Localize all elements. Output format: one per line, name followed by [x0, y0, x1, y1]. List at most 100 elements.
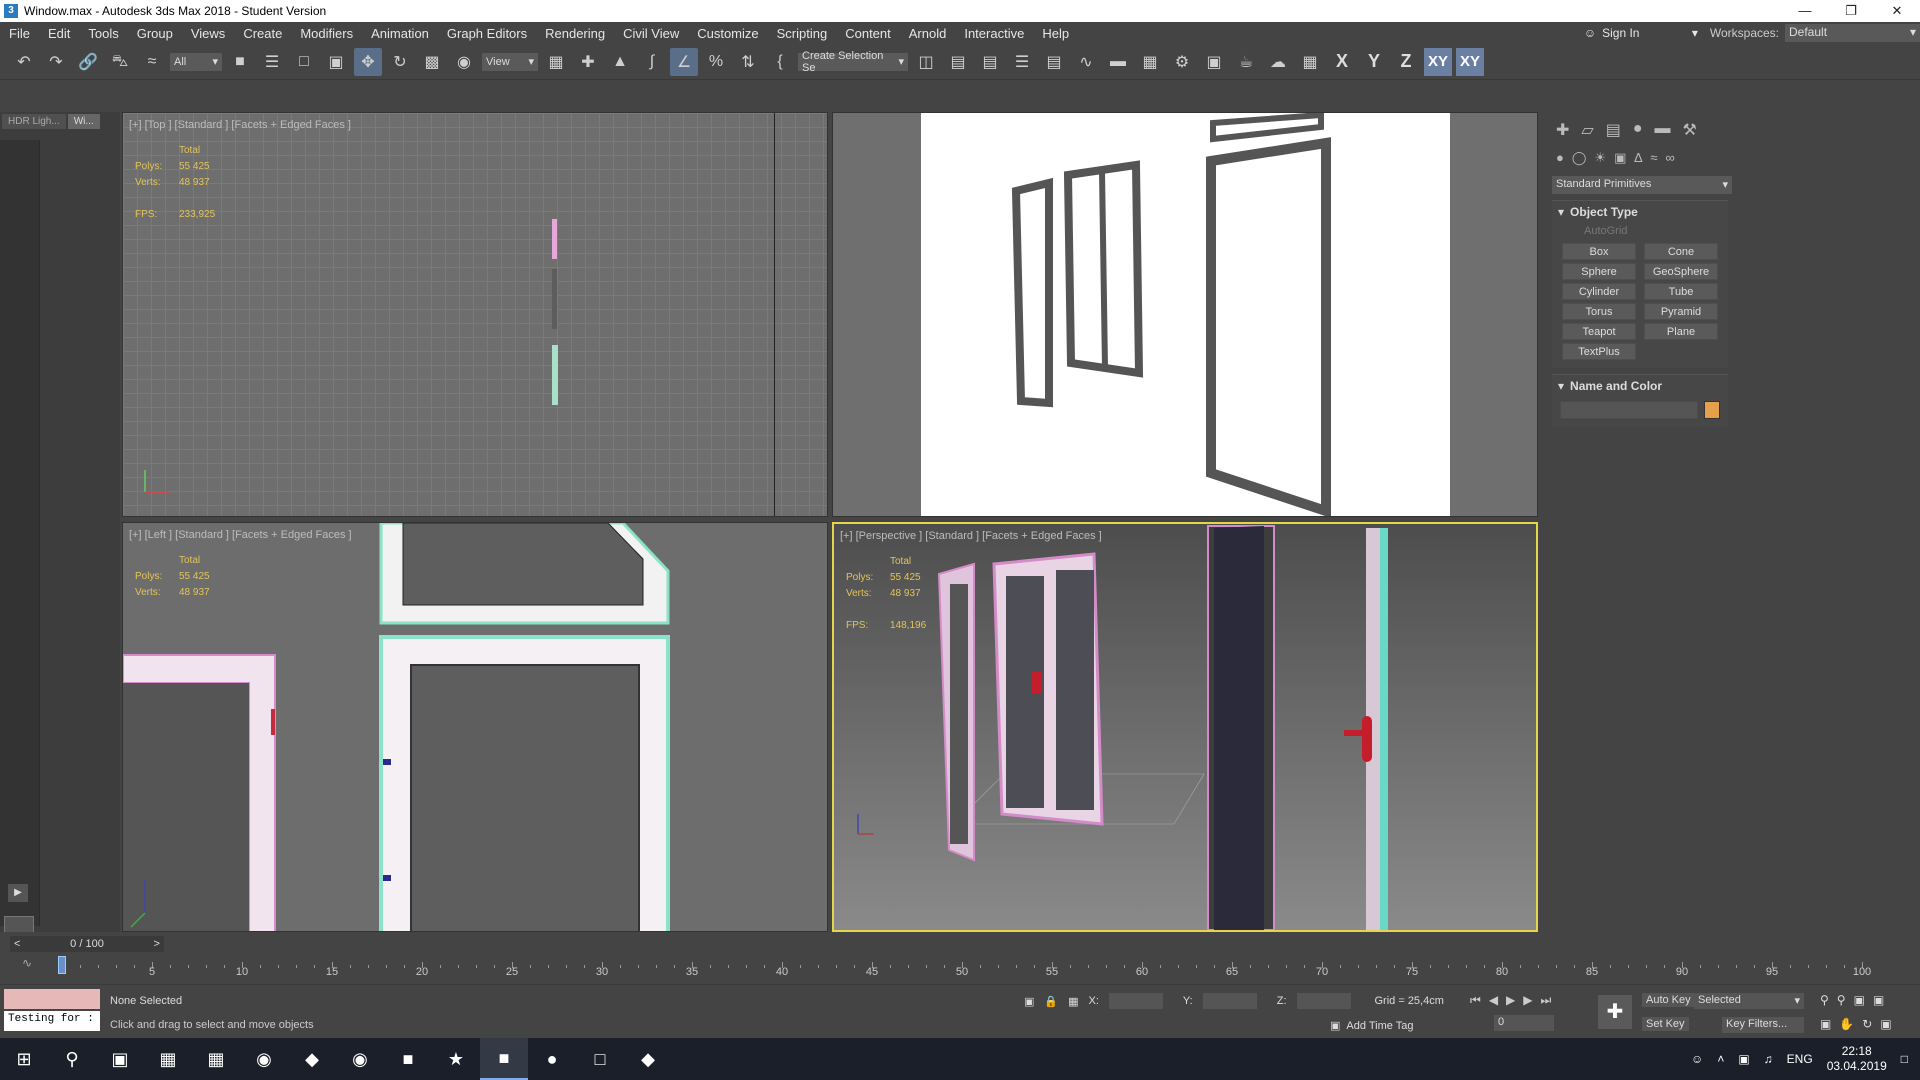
menu-civil-view[interactable]: Civil View	[614, 26, 688, 41]
minimize-button[interactable]: —	[1782, 3, 1828, 19]
go-to-start-icon[interactable]: ⏮	[1470, 993, 1481, 1008]
select-move-icon[interactable]: ✥	[354, 47, 382, 76]
select-scale-icon[interactable]: ▩	[418, 48, 446, 76]
select-manipulate-icon[interactable]: ✚	[574, 48, 602, 76]
scene-explorer-icon[interactable]: ▤	[976, 48, 1004, 76]
edit-named-selection-icon[interactable]: {	[766, 48, 794, 76]
material-editor-icon[interactable]: ▦	[1136, 48, 1164, 76]
maximize-button[interactable]: ❐	[1828, 3, 1874, 19]
menu-customize[interactable]: Customize	[688, 26, 767, 41]
tube-button[interactable]: Tube	[1644, 283, 1718, 300]
utilities-tab-icon[interactable]: ⚒	[1683, 120, 1697, 140]
menu-graph-editors[interactable]: Graph Editors	[438, 26, 536, 41]
render-in-cloud-icon[interactable]: ☁	[1264, 48, 1292, 76]
z-coordinate-field[interactable]	[1296, 993, 1351, 1009]
play-icon[interactable]: ▶	[1506, 993, 1515, 1008]
task-view-icon[interactable]: ▣	[96, 1038, 144, 1080]
windows-start-icon[interactable]: ⊞	[0, 1038, 48, 1080]
volume-icon[interactable]: ♫	[1764, 1052, 1773, 1066]
menu-interactive[interactable]: Interactive	[955, 26, 1033, 41]
network-icon[interactable]: ▣	[1738, 1052, 1749, 1066]
x-coordinate-field[interactable]	[1108, 993, 1163, 1009]
select-object-icon[interactable]: ■	[226, 48, 254, 76]
menu-scripting[interactable]: Scripting	[768, 26, 837, 41]
menu-rendering[interactable]: Rendering	[536, 26, 614, 41]
teapot-button[interactable]: Teapot	[1562, 323, 1636, 340]
bind-space-warp-icon[interactable]: ≈	[138, 48, 166, 76]
toggle-ribbon-icon[interactable]: ▤	[1040, 48, 1068, 76]
render-setup-icon[interactable]: ⚙	[1168, 48, 1196, 76]
time-tag-icon[interactable]: ▣	[1330, 1019, 1340, 1032]
render-production-icon[interactable]: ☕	[1232, 48, 1260, 76]
select-by-name-icon[interactable]: ☰	[258, 48, 286, 76]
curve-editor-mini-icon[interactable]: ∿	[22, 956, 32, 970]
axis-x-button[interactable]: X	[1328, 48, 1356, 76]
window-frame-object[interactable]	[552, 219, 557, 259]
axis-xy-flyout-button[interactable]: XY	[1456, 47, 1484, 76]
viewport-camera[interactable]	[832, 112, 1538, 517]
percent-snap-icon[interactable]: %	[702, 48, 730, 76]
zoom-all-icon[interactable]: ⚲	[1837, 993, 1846, 1007]
maxscript-listener-output[interactable]	[4, 989, 100, 1009]
select-rotate-icon[interactable]: ↻	[386, 48, 414, 76]
select-place-icon[interactable]: ◉	[450, 48, 478, 76]
object-type-header[interactable]: ▾ Object Type	[1552, 201, 1728, 223]
selection-filter-dropdown[interactable]: All ▾	[170, 52, 222, 71]
time-slider[interactable]: < 0 / 100 >	[10, 936, 164, 952]
spinner-snap-icon[interactable]: ⇅	[734, 48, 762, 76]
tab-window[interactable]: Wi...	[67, 114, 100, 129]
time-slider-thumb[interactable]	[58, 956, 66, 974]
redo-icon[interactable]: ↷	[42, 48, 70, 76]
window-frame-object[interactable]	[552, 269, 557, 329]
schematic-view-icon[interactable]: ▬	[1104, 48, 1132, 76]
file-explorer-icon[interactable]: □	[576, 1038, 624, 1080]
motion-tab-icon[interactable]: ●	[1633, 120, 1643, 140]
3ds-max-taskbar-icon[interactable]: ■	[480, 1038, 528, 1080]
door-frame-object[interactable]	[552, 345, 558, 405]
viewport-top[interactable]: [+] [Top ] [Standard ] [Facets + Edged F…	[122, 112, 828, 517]
menu-group[interactable]: Group	[128, 26, 182, 41]
track-bar[interactable]: 5 10 15 20 25 30 35 40 45 50 55 60 65 70 75 80 85 90 95 100	[58, 952, 1871, 982]
axis-y-button[interactable]: Y	[1360, 48, 1388, 76]
space-warps-icon[interactable]: ≈	[1650, 150, 1657, 166]
y-coordinate-field[interactable]	[1202, 993, 1257, 1009]
app-icon[interactable]: ●	[528, 1038, 576, 1080]
menu-arnold[interactable]: Arnold	[900, 26, 956, 41]
snaps-toggle-icon[interactable]: ∫	[638, 48, 666, 76]
mirror-icon[interactable]: ◫	[912, 48, 940, 76]
workspace-select[interactable]: Default ▾	[1785, 24, 1920, 42]
tray-chevron-icon[interactable]: ˄	[1717, 1052, 1724, 1066]
pan-view-icon[interactable]: ✋	[1839, 1017, 1854, 1031]
sign-in-button[interactable]: ☺ Sign In ▾	[1578, 23, 1704, 43]
pivot-center-icon[interactable]: ▦	[542, 48, 570, 76]
axis-z-button[interactable]: Z	[1392, 48, 1420, 76]
hierarchy-tab-icon[interactable]: ▤	[1606, 120, 1621, 140]
store-icon[interactable]: ▦	[144, 1038, 192, 1080]
primitive-category-dropdown[interactable]: Standard Primitives ▾	[1552, 176, 1732, 194]
auto-key-button[interactable]: Auto Key	[1642, 993, 1695, 1007]
rectangular-selection-icon[interactable]: □	[290, 48, 318, 76]
cameras-icon[interactable]: ▣	[1614, 150, 1626, 166]
orbit-icon[interactable]: ↻	[1862, 1017, 1872, 1031]
lights-icon[interactable]: ☀	[1594, 150, 1606, 166]
sphere-button[interactable]: Sphere	[1562, 263, 1636, 280]
play-icon[interactable]: ▶	[8, 884, 28, 902]
photoshop-icon[interactable]: ■	[384, 1038, 432, 1080]
field-of-view-icon[interactable]: ▣	[1820, 1017, 1831, 1031]
maxscript-listener-input[interactable]: Testing for :	[4, 1011, 100, 1031]
object-name-input[interactable]	[1560, 401, 1699, 419]
previous-frame-icon[interactable]: ◀	[1489, 993, 1498, 1008]
plane-button[interactable]: Plane	[1644, 323, 1718, 340]
helpers-icon[interactable]: ∆	[1634, 150, 1642, 166]
next-frame-icon[interactable]: ▶	[1523, 993, 1532, 1008]
menu-help[interactable]: Help	[1033, 26, 1078, 41]
modify-tab-icon[interactable]: ▱	[1581, 120, 1593, 140]
absolute-mode-icon[interactable]: ▦	[1068, 995, 1078, 1008]
menu-animation[interactable]: Animation	[362, 26, 438, 41]
key-selection-dropdown[interactable]: Selected ▾	[1694, 993, 1804, 1009]
box-button[interactable]: Box	[1562, 243, 1636, 260]
viewport-label[interactable]: [+] [Top ] [Standard ] [Facets + Edged F…	[129, 119, 351, 131]
viewport-perspective[interactable]: [+] [Perspective ] [Standard ] [Facets +…	[832, 522, 1538, 932]
app-icon[interactable]: ◆	[624, 1038, 672, 1080]
create-tab-icon[interactable]: ✚	[1556, 120, 1569, 140]
